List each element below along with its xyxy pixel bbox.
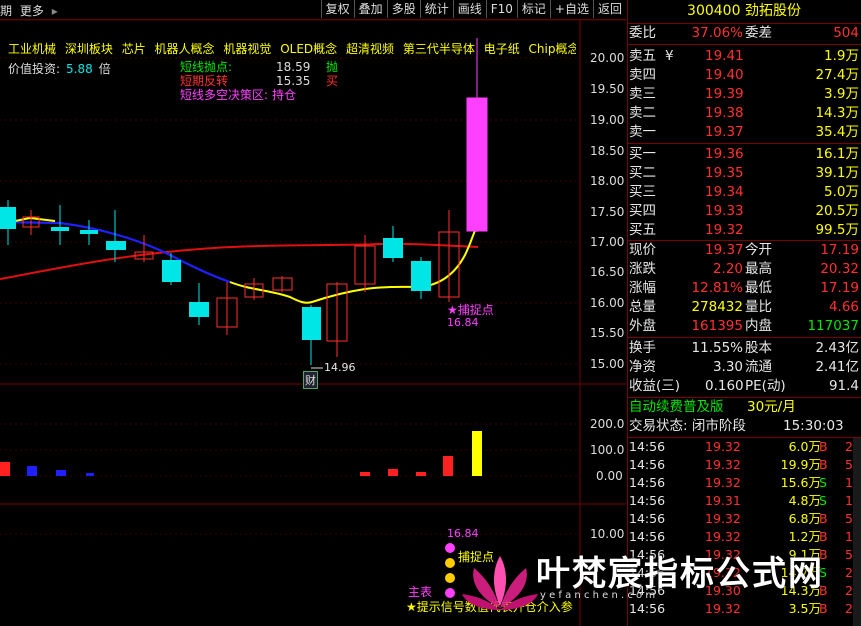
watermark-title: 叶梵宸指标公式网 <box>536 554 824 594</box>
sell-row[interactable]: 卖一 19.37 35.4万 <box>627 123 861 142</box>
volume-bar <box>56 470 66 476</box>
stock-name: 劲拓股份 <box>744 3 801 19</box>
sell-row[interactable]: 卖四 19.40 27.4万 <box>627 66 861 85</box>
price-axis-label: 18.50 <box>590 144 625 158</box>
tick-row: 14:56 19.31 4.8万 S 1 <box>629 493 853 508</box>
trade-status-row: 交易状态: 闭市阶段 15:30:03 <box>629 418 844 434</box>
stat-row: 外盘 161395 内盘 117037 <box>629 318 859 334</box>
stat-row: 涨幅 12.81% 最低 17.19 <box>629 280 859 296</box>
candle <box>80 230 98 234</box>
tick-row: 14:56 19.32 6.0万 B 2 <box>629 439 853 454</box>
buy-row[interactable]: 买四 19.33 20.5万 <box>627 202 861 221</box>
buy-row[interactable]: 买一 19.36 16.1万 <box>627 145 861 164</box>
stat-row: 涨跌 2.20 最高 20.32 <box>629 261 859 277</box>
candle <box>51 227 69 231</box>
buy-row[interactable]: 买五 19.32 99.5万 <box>627 221 861 240</box>
fin-row: 换手 11.55% 股本 2.43亿 <box>629 340 859 356</box>
cai-badge[interactable]: 财 <box>303 371 318 389</box>
candle <box>411 261 431 291</box>
price-axis-label: 17.50 <box>590 205 625 219</box>
watermark: 叶梵宸指标公式网 y e f a n c h e n . c o m <box>408 530 838 626</box>
tick-row: 14:56 19.32 19.9万 B 5 <box>629 457 853 472</box>
fin-row: 收益(三) 0.160 PE(动) 91.4 <box>629 378 859 394</box>
price-gridlines <box>0 57 580 365</box>
volume-axis-label: 0.00 <box>596 469 623 483</box>
price-axis-label: 17.00 <box>590 235 625 249</box>
stat-row: 总量 278432 量比 4.66 <box>629 299 859 315</box>
price-axis-label: 16.50 <box>590 265 625 279</box>
ma-red-line <box>0 242 479 280</box>
lotus-logo-icon <box>462 556 538 610</box>
stock-code: 300400 <box>687 3 741 19</box>
capture-point-value: 16.84 <box>447 316 479 329</box>
price-axis-label: 19.50 <box>590 82 625 96</box>
volume-axis-label: 100.0 <box>590 443 625 457</box>
price-axis-label: 19.00 <box>590 113 625 127</box>
candle <box>0 207 16 229</box>
candle-limit-up <box>466 97 488 232</box>
price-axis-label: 15.50 <box>590 326 625 340</box>
stock-title: 300400 劲拓股份 <box>627 0 861 22</box>
sell-row[interactable]: 卖三 19.39 3.9万 <box>627 85 861 104</box>
tick-row: 14:56 19.32 6.8万 B 5 <box>629 511 853 526</box>
price-axis-label: 20.00 <box>590 51 625 65</box>
sell-row[interactable]: 卖二 19.38 14.3万 <box>627 104 861 123</box>
price-axis-label: 16.00 <box>590 296 625 310</box>
weibi-row: 委比 37.06% 委差 504 <box>629 25 859 41</box>
candlesticks <box>0 38 488 365</box>
volume-bar <box>86 473 94 476</box>
tick-scrollbar[interactable] <box>853 438 861 626</box>
volume-gridlines <box>0 423 580 477</box>
volume-bar <box>27 466 37 476</box>
volume-bars <box>0 431 482 476</box>
watermark-url: y e f a n c h e n . c o m <box>540 590 656 601</box>
price-axis-label: 15.00 <box>590 357 625 371</box>
volume-bar <box>388 469 398 476</box>
buy-row[interactable]: 买二 19.35 39.1万 <box>627 164 861 183</box>
promo-row[interactable]: 自动续费普及版 30元/月 <box>627 398 861 417</box>
volume-bar <box>443 456 453 476</box>
volume-bar <box>0 462 10 476</box>
sell-row[interactable]: 卖五 ¥19.41 1.9万 <box>627 47 861 66</box>
volume-bar <box>360 472 370 476</box>
candle <box>383 238 403 258</box>
buy-row[interactable]: 买三 19.34 5.0万 <box>627 183 861 202</box>
volume-bar <box>416 472 426 476</box>
volume-bar <box>472 431 482 476</box>
fin-row: 净资 3.30 流通 2.41亿 <box>629 359 859 375</box>
price-axis-label: 18.00 <box>590 174 625 188</box>
tick-row: 14:5619.3215.6万S12 <box>629 475 861 490</box>
stat-row: 现价 19.37 今开 17.19 <box>629 242 859 258</box>
candle <box>302 307 321 340</box>
candle <box>189 302 209 317</box>
candle <box>106 241 126 250</box>
candle <box>162 260 181 282</box>
volume-axis-label: 200.0 <box>590 417 625 431</box>
low-price-label: 14.96 <box>324 361 356 374</box>
